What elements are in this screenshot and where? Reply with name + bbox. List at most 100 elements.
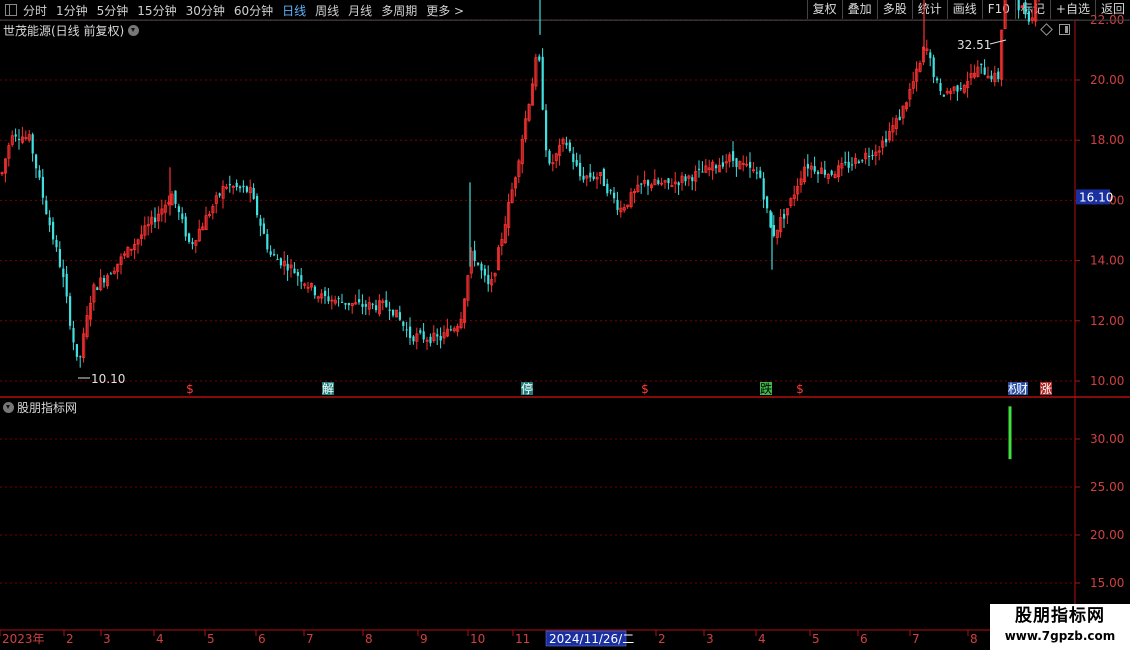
candle-body — [721, 162, 724, 167]
x-tick-label: 3 — [103, 632, 111, 646]
candle-body — [72, 327, 75, 343]
candle-body — [698, 168, 701, 170]
sub-y-tick-label: 30.00 — [1090, 432, 1124, 446]
candle-body — [932, 57, 935, 78]
candle-body — [885, 138, 888, 143]
candle-body — [759, 170, 762, 178]
x-tick-label: 8 — [970, 632, 978, 646]
x-tick-label: 5 — [207, 632, 215, 646]
x-tick-label: 6 — [860, 632, 868, 646]
candle-body — [749, 161, 752, 168]
current-price-label: 16.10 — [1079, 190, 1113, 204]
candle-body — [449, 329, 452, 331]
candle-body — [942, 94, 945, 97]
candle-body — [262, 223, 265, 234]
event-marker: 涨 — [1040, 381, 1052, 396]
candle-body — [313, 286, 316, 296]
candle-body — [252, 187, 255, 199]
candle-body — [337, 298, 340, 300]
event-marker: $ — [186, 382, 194, 396]
candle-body — [296, 272, 299, 276]
candle-body — [473, 250, 476, 261]
event-marker: $ — [796, 382, 804, 396]
x-tick-label: 7 — [912, 632, 920, 646]
candle-body — [181, 213, 184, 220]
candle-body — [929, 52, 932, 59]
candle-body — [684, 176, 687, 182]
candle-body — [341, 301, 344, 303]
event-marker: $ — [641, 382, 649, 396]
candle-body — [609, 189, 612, 192]
x-tick-label: 2023年 — [2, 632, 45, 646]
x-tick-label: 10 — [470, 632, 485, 646]
candle-body — [762, 178, 765, 200]
candle-body — [45, 200, 48, 215]
candle-body — [851, 164, 854, 166]
candle-body — [154, 217, 157, 223]
candle-body — [487, 274, 490, 285]
candle-body — [548, 150, 551, 164]
candle-body — [286, 263, 289, 271]
low-price-label: 10.10 — [91, 372, 125, 386]
watermark-url: www.7gpzb.com — [1004, 629, 1116, 643]
candle-body — [823, 169, 826, 175]
y-tick-label: 18.00 — [1090, 133, 1124, 147]
candle-body — [96, 287, 99, 290]
y-tick-label: 20.00 — [1090, 73, 1124, 87]
candle-body — [844, 161, 847, 163]
candle-body — [990, 75, 993, 80]
candle-body — [358, 299, 361, 303]
candle-body — [541, 56, 544, 110]
candle-body — [273, 254, 276, 256]
candle-body — [75, 344, 78, 357]
candle-body — [980, 63, 983, 66]
candle-body — [79, 356, 82, 358]
candle-body — [480, 263, 483, 271]
candle-body — [871, 154, 874, 157]
candle-body — [347, 303, 350, 306]
candle-body — [174, 190, 177, 204]
x-tick-label: 9 — [420, 632, 428, 646]
candle-body — [579, 162, 582, 177]
candle-body — [245, 186, 248, 192]
candle-body — [997, 71, 1000, 80]
candle-body — [715, 165, 718, 169]
event-marker: 跌 — [760, 381, 772, 396]
candle-body — [565, 142, 568, 146]
candle-body — [983, 67, 986, 75]
candle-body — [188, 233, 191, 242]
candle-body — [1027, 11, 1030, 22]
candle-body — [1017, 0, 1020, 11]
candle-body — [191, 242, 194, 245]
candle-body — [388, 309, 391, 311]
y-tick-label: 10.00 — [1090, 374, 1124, 388]
x-tick-label: 4 — [156, 632, 164, 646]
candles — [0, 0, 1040, 368]
candle-body — [52, 221, 55, 240]
x-tick-label: 11 — [515, 632, 530, 646]
candle-body — [385, 300, 388, 307]
candle-body — [18, 139, 21, 141]
candle-body — [324, 290, 327, 297]
candle-body — [477, 262, 480, 265]
x-tick-label: 2 — [66, 632, 74, 646]
candle-body — [817, 171, 820, 175]
candle-body — [545, 110, 548, 151]
candle-body — [657, 180, 660, 184]
candle-body — [806, 164, 809, 169]
kline-chart[interactable]: 32.0030.0028.0026.0024.0022.0020.0018.00… — [0, 0, 1130, 650]
event-marker: 财 — [1016, 382, 1028, 396]
candle-body — [766, 196, 769, 209]
candle-body — [857, 161, 860, 164]
candle-body — [65, 273, 68, 297]
candle-body — [62, 268, 65, 278]
candle-body — [640, 183, 643, 185]
candle-body — [38, 170, 41, 178]
candle-body — [830, 170, 833, 175]
candle-body — [592, 176, 595, 179]
candle-body — [412, 336, 415, 342]
watermark: 股朋指标网 www.7gpzb.com — [990, 604, 1130, 650]
candle-body — [1024, 2, 1027, 15]
sub-y-tick-label: 25.00 — [1090, 480, 1124, 494]
x-tick-label: 8 — [365, 632, 373, 646]
